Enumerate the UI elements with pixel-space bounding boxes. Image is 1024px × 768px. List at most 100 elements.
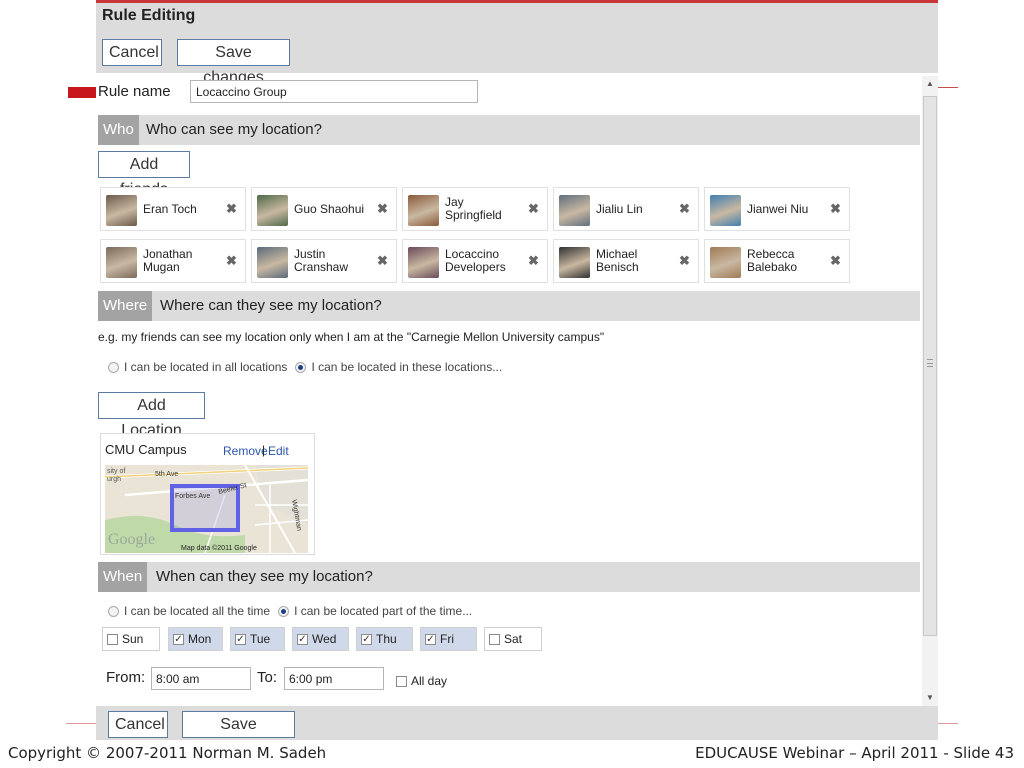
day-label: Sat bbox=[504, 632, 523, 646]
friend-card: Rebecca Balebako ✖ bbox=[704, 239, 850, 283]
grip-icon bbox=[927, 359, 933, 367]
radio-part-time-label: I can be located part of the time... bbox=[294, 604, 473, 618]
friend-name: Michael Benisch bbox=[596, 247, 639, 274]
to-time-input[interactable] bbox=[284, 667, 384, 690]
from-label: From: bbox=[106, 669, 146, 686]
add-location-button[interactable]: Add Location bbox=[98, 392, 205, 439]
slide-marker bbox=[68, 87, 96, 98]
scrollbar-thumb[interactable] bbox=[923, 96, 937, 636]
when-section-header: When When can they see my location? bbox=[98, 562, 920, 592]
remove-friend-icon[interactable]: ✖ bbox=[528, 201, 539, 217]
where-options: I can be located in all locations I can … bbox=[108, 360, 502, 374]
who-section-header: Who Who can see my location? bbox=[98, 115, 920, 145]
day-toggle[interactable]: Sun bbox=[102, 627, 160, 651]
cancel-button[interactable]: Cancel bbox=[108, 711, 168, 738]
add-friends-button[interactable]: Add friends bbox=[98, 151, 190, 198]
where-section-header: Where Where can they see my location? bbox=[98, 291, 920, 321]
section-title: Where can they see my location? bbox=[160, 297, 382, 314]
friend-card: Eran Toch ✖ bbox=[100, 187, 246, 231]
friend-name: Jianwei Niu bbox=[747, 201, 809, 216]
friend-card: Jay Springfield ✖ bbox=[402, 187, 548, 231]
friend-card: Guo Shaohui ✖ bbox=[251, 187, 397, 231]
avatar bbox=[408, 195, 439, 226]
rule-name-label: Rule name bbox=[98, 83, 171, 100]
avatar bbox=[257, 195, 288, 226]
day-label: Tue bbox=[250, 632, 271, 646]
rule-name-input[interactable] bbox=[190, 80, 478, 103]
checkbox-checked-icon[interactable]: ✓ bbox=[425, 633, 436, 645]
remove-friend-icon[interactable]: ✖ bbox=[830, 253, 841, 269]
save-changes-button[interactable]: Save changes bbox=[182, 711, 295, 738]
section-tag: Who bbox=[98, 115, 139, 145]
remove-friend-icon[interactable]: ✖ bbox=[528, 253, 539, 269]
from-time-input[interactable] bbox=[151, 667, 251, 690]
friend-name: Jay Springfield bbox=[445, 195, 502, 222]
avatar bbox=[408, 247, 439, 278]
map-label: sity of bbox=[107, 468, 125, 475]
checkbox-checked-icon[interactable]: ✓ bbox=[297, 633, 308, 645]
section-tag: When bbox=[98, 562, 148, 592]
friend-name: Justin Cranshaw bbox=[294, 247, 349, 274]
radio-these-locations-label: I can be located in these locations... bbox=[311, 360, 503, 374]
day-toggle[interactable]: ✓ Tue bbox=[230, 627, 285, 651]
remove-friend-icon[interactable]: ✖ bbox=[830, 201, 841, 217]
slide-rule-line bbox=[938, 87, 958, 88]
when-options: I can be located all the time I can be l… bbox=[108, 604, 472, 618]
where-hint-text: e.g. my friends can see my location only… bbox=[98, 330, 605, 344]
rule-editor-window: Rule Editing Cancel Save changes ▲ ▼ Rul… bbox=[96, 3, 938, 740]
scroll-up-arrow-icon[interactable]: ▲ bbox=[922, 76, 938, 92]
remove-friend-icon[interactable]: ✖ bbox=[377, 201, 388, 217]
friend-card: Locaccino Developers ✖ bbox=[402, 239, 548, 283]
remove-friend-icon[interactable]: ✖ bbox=[226, 253, 237, 269]
radio-all-locations[interactable] bbox=[108, 361, 119, 373]
day-label: Mon bbox=[188, 632, 212, 646]
checkbox-unchecked-icon[interactable] bbox=[489, 633, 500, 645]
remove-friend-icon[interactable]: ✖ bbox=[226, 201, 237, 217]
avatar bbox=[559, 247, 590, 278]
save-changes-button[interactable]: Save changes bbox=[177, 39, 290, 86]
avatar bbox=[710, 247, 741, 278]
location-map[interactable]: sity of urgh 5th Ave Forbes Ave Beeler S… bbox=[105, 465, 308, 553]
radio-all-time[interactable] bbox=[108, 605, 119, 617]
section-title: When can they see my location? bbox=[156, 568, 373, 585]
checkbox-unchecked-icon[interactable] bbox=[107, 633, 118, 645]
day-toggle[interactable]: ✓ Thu bbox=[356, 627, 413, 651]
avatar bbox=[710, 195, 741, 226]
day-label: Wed bbox=[312, 632, 337, 646]
radio-part-time[interactable] bbox=[278, 605, 290, 617]
radio-all-locations-label: I can be located in all locations bbox=[124, 360, 288, 374]
day-toggle[interactable]: Sat bbox=[484, 627, 542, 651]
remove-friend-icon[interactable]: ✖ bbox=[377, 253, 388, 269]
day-label: Thu bbox=[376, 632, 397, 646]
friend-name: Locaccino Developers bbox=[445, 247, 506, 274]
remove-friend-icon[interactable]: ✖ bbox=[679, 253, 690, 269]
radio-these-locations[interactable] bbox=[295, 361, 307, 373]
day-label: Sun bbox=[122, 632, 144, 646]
all-day-checkbox[interactable] bbox=[396, 675, 407, 687]
vertical-scrollbar[interactable]: ▲ ▼ bbox=[922, 76, 938, 706]
friend-name: Jonathan Mugan bbox=[143, 247, 193, 274]
friend-card: Jialiu Lin ✖ bbox=[553, 187, 699, 231]
remove-location-link[interactable]: Remove bbox=[223, 444, 268, 458]
radio-all-time-label: I can be located all the time bbox=[124, 604, 271, 618]
avatar bbox=[106, 195, 137, 226]
remove-friend-icon[interactable]: ✖ bbox=[679, 201, 690, 217]
checkbox-checked-icon[interactable]: ✓ bbox=[235, 633, 246, 645]
friend-card: Jianwei Niu ✖ bbox=[704, 187, 850, 231]
scroll-down-arrow-icon[interactable]: ▼ bbox=[922, 690, 938, 706]
edit-location-link[interactable]: Edit bbox=[268, 444, 289, 458]
friend-name: Guo Shaohui bbox=[294, 201, 365, 216]
checkbox-checked-icon[interactable]: ✓ bbox=[361, 633, 372, 645]
cancel-button[interactable]: Cancel bbox=[102, 39, 162, 66]
avatar bbox=[106, 247, 137, 278]
day-toggle[interactable]: ✓ Mon bbox=[168, 627, 223, 651]
friend-name: Eran Toch bbox=[143, 201, 197, 216]
checkbox-checked-icon[interactable]: ✓ bbox=[173, 633, 184, 645]
friend-card: Michael Benisch ✖ bbox=[553, 239, 699, 283]
section-tag: Where bbox=[98, 291, 153, 321]
slide-footer-label: EDUCAUSE Webinar – April 2011 - Slide 43 bbox=[695, 744, 1014, 762]
day-toggle[interactable]: ✓ Wed bbox=[292, 627, 349, 651]
friend-card: Jonathan Mugan ✖ bbox=[100, 239, 246, 283]
day-toggle[interactable]: ✓ Fri bbox=[420, 627, 477, 651]
to-label: To: bbox=[257, 669, 278, 686]
